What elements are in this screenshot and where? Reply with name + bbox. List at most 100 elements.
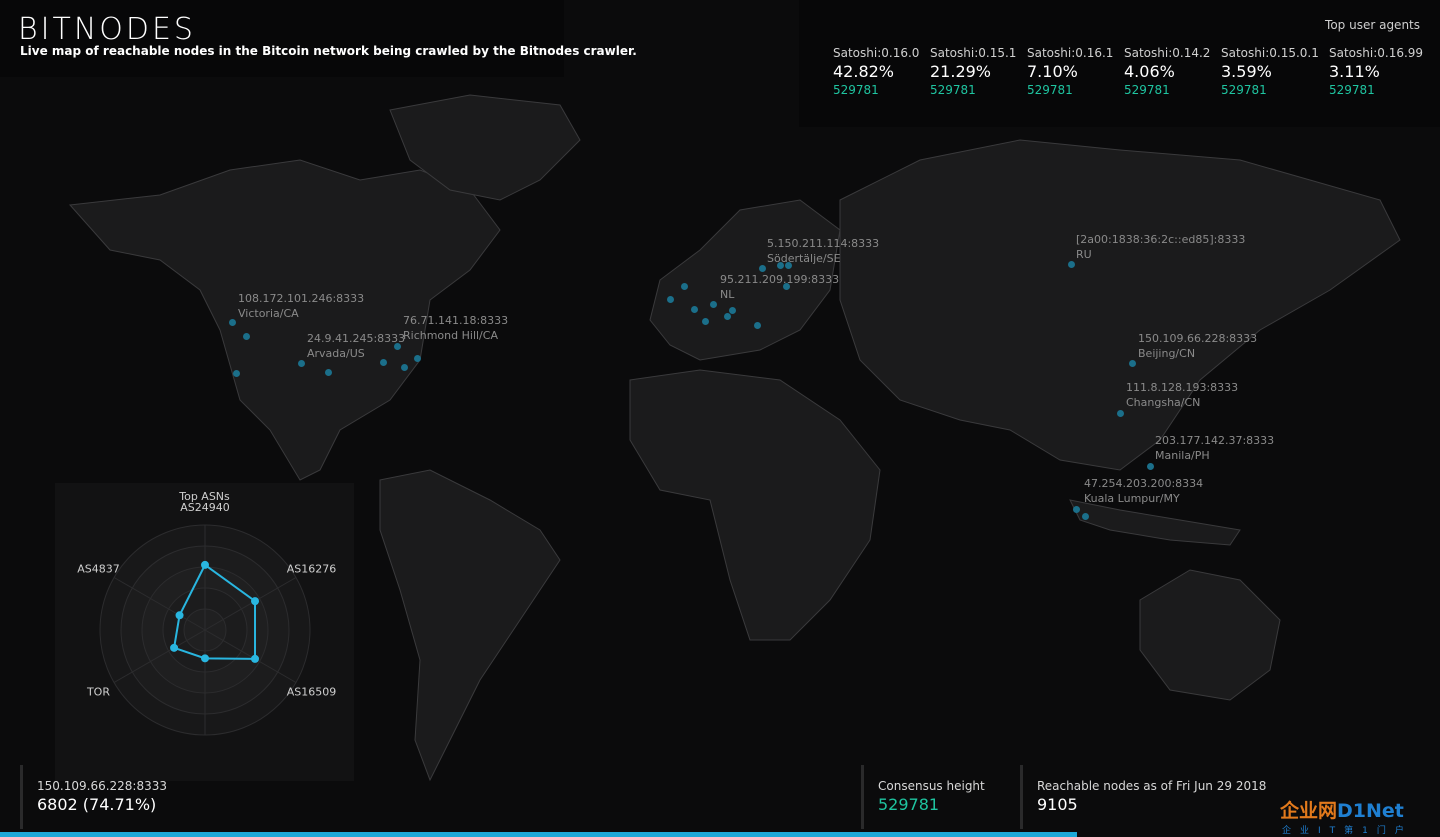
current-node-address: 150.109.66.228:8333 xyxy=(37,779,168,793)
node-address: 76.71.141.18:8333 xyxy=(403,314,509,327)
radar-point[interactable] xyxy=(175,611,184,620)
africa-shape xyxy=(629,369,881,641)
radar-axis-label: AS16509 xyxy=(287,686,337,699)
tagline: Live map of reachable nodes in the Bitco… xyxy=(20,44,637,58)
node-marker[interactable] xyxy=(724,313,731,320)
node-location: Beijing/CN xyxy=(1138,347,1196,360)
user-agent-name: Satoshi:0.15.0.1 xyxy=(1221,46,1319,60)
watermark-sub: 企业IT第1门户 xyxy=(1282,826,1413,836)
consensus-stat: Consensus height 529781 xyxy=(861,765,985,829)
node-marker[interactable] xyxy=(1129,360,1136,367)
user-agent-name: Satoshi:0.15.1 xyxy=(930,46,1017,60)
user-agent-item[interactable]: Satoshi:0.16.0 42.82% 529781 xyxy=(833,46,933,97)
node-marker[interactable] xyxy=(229,319,236,326)
node-label: 95.211.209.199:8333 NL xyxy=(720,272,839,302)
current-node-value: 6802 (74.71%) xyxy=(37,795,157,814)
radar-point[interactable] xyxy=(201,560,209,569)
user-agent-name: Satoshi:0.16.0 xyxy=(833,46,920,60)
node-label: 111.8.128.193:8333 Changsha/CN xyxy=(1126,380,1238,410)
reachable-label: Reachable nodes as of Fri Jun 29 2018 xyxy=(1037,779,1267,793)
node-label: 5.150.211.114:8333 Södertälje/SE xyxy=(767,236,879,266)
node-marker[interactable] xyxy=(759,265,766,272)
node-address: 111.8.128.193:8333 xyxy=(1126,381,1239,394)
user-agent-height: 529781 xyxy=(1124,83,1170,97)
node-label: 47.254.203.200:8334 Kuala Lumpur/MY xyxy=(1084,476,1203,506)
node-marker[interactable] xyxy=(1068,261,1075,268)
user-agent-item[interactable]: Satoshi:0.15.0.1 3.59% 529781 xyxy=(1221,46,1321,97)
node-address: 47.254.203.200:8334 xyxy=(1084,477,1204,490)
user-agent-percent: 3.59% xyxy=(1221,62,1272,81)
node-marker[interactable] xyxy=(325,369,332,376)
australia-shape xyxy=(1139,569,1281,701)
node-marker[interactable] xyxy=(1147,463,1154,470)
crawl-progress-bar xyxy=(0,832,1077,837)
node-marker[interactable] xyxy=(243,333,250,340)
node-address: [2a00:1838:36:2c::ed85]:8333 xyxy=(1076,233,1246,246)
user-agent-item[interactable]: Satoshi:0.14.2 4.06% 529781 xyxy=(1124,46,1224,97)
node-marker[interactable] xyxy=(1117,410,1124,417)
watermark-part1: 企业网 xyxy=(1280,800,1338,822)
asia-shape xyxy=(839,139,1401,471)
node-label: [2a00:1838:36:2c::ed85]:8333 RU xyxy=(1076,232,1245,262)
d1net-watermark: 企业网D1Net xyxy=(1280,796,1404,823)
node-label: 150.109.66.228:8333 Beijing/CN xyxy=(1138,331,1257,361)
user-agent-percent: 3.11% xyxy=(1329,62,1380,81)
node-marker[interactable] xyxy=(1082,513,1089,520)
user-agent-percent: 21.29% xyxy=(930,62,992,81)
node-marker[interactable] xyxy=(401,364,408,371)
node-location: Richmond Hill/CA xyxy=(403,329,498,342)
node-location: Manila/PH xyxy=(1155,449,1210,462)
node-marker[interactable] xyxy=(691,306,698,313)
user-agent-name: Satoshi:0.14.2 xyxy=(1124,46,1211,60)
node-marker[interactable] xyxy=(754,322,761,329)
node-marker[interactable] xyxy=(1073,506,1080,513)
user-agent-item[interactable]: Satoshi:0.15.1 21.29% 529781 xyxy=(930,46,1030,97)
node-location: Södertälje/SE xyxy=(767,252,841,265)
user-agent-height: 529781 xyxy=(833,83,879,97)
node-marker[interactable] xyxy=(667,296,674,303)
node-location: Changsha/CN xyxy=(1126,396,1201,409)
node-marker[interactable] xyxy=(729,307,736,314)
node-address: 203.177.142.37:8333 xyxy=(1155,434,1275,447)
bitnodes-logo[interactable]: BITNODES xyxy=(18,12,196,47)
node-marker[interactable] xyxy=(298,360,305,367)
node-address: 95.211.209.199:8333 xyxy=(720,273,840,286)
user-agent-height: 529781 xyxy=(1027,83,1073,97)
node-address: 150.109.66.228:8333 xyxy=(1138,332,1258,345)
south-america-shape xyxy=(379,469,561,782)
node-marker[interactable] xyxy=(414,355,421,362)
node-location: Arvada/US xyxy=(307,347,365,360)
user-agent-item[interactable]: Satoshi:0.16.99 3.11% 529781 xyxy=(1329,46,1429,97)
node-address: 24.9.41.245:8333 xyxy=(307,332,406,345)
user-agent-name: Satoshi:0.16.99 xyxy=(1329,46,1424,60)
node-location: RU xyxy=(1076,248,1092,261)
radar-axis-label: AS24940 xyxy=(180,501,230,514)
node-marker[interactable] xyxy=(710,301,717,308)
watermark-part2: D1Net xyxy=(1337,800,1404,822)
node-address: 108.172.101.246:8333 xyxy=(238,292,365,305)
node-location: Kuala Lumpur/MY xyxy=(1084,492,1180,505)
node-label: 203.177.142.37:8333 Manila/PH xyxy=(1155,433,1274,463)
node-marker[interactable] xyxy=(681,283,688,290)
node-marker[interactable] xyxy=(233,370,240,377)
user-agent-item[interactable]: Satoshi:0.16.1 7.10% 529781 xyxy=(1027,46,1127,97)
radar-point[interactable] xyxy=(170,643,179,652)
node-marker[interactable] xyxy=(702,318,709,325)
user-agents-title: Top user agents xyxy=(1325,18,1420,32)
radar-point[interactable] xyxy=(201,654,209,663)
node-label: 76.71.141.18:8333 Richmond Hill/CA xyxy=(403,313,508,343)
radar-point[interactable] xyxy=(251,654,260,663)
node-address: 5.150.211.114:8333 xyxy=(767,237,880,250)
reachable-value: 9105 xyxy=(1037,795,1078,814)
node-label: 108.172.101.246:8333 Victoria/CA xyxy=(238,291,364,321)
user-agent-percent: 42.82% xyxy=(833,62,895,81)
user-agent-height: 529781 xyxy=(930,83,976,97)
radar-axis-label: AS16276 xyxy=(287,563,337,576)
node-location: NL xyxy=(720,288,735,301)
user-agent-height: 529781 xyxy=(1329,83,1375,97)
consensus-value: 529781 xyxy=(878,795,940,814)
user-agent-percent: 4.06% xyxy=(1124,62,1175,81)
indonesia-shape xyxy=(1069,499,1241,546)
user-agent-name: Satoshi:0.16.1 xyxy=(1027,46,1114,60)
radar-point[interactable] xyxy=(251,597,260,606)
